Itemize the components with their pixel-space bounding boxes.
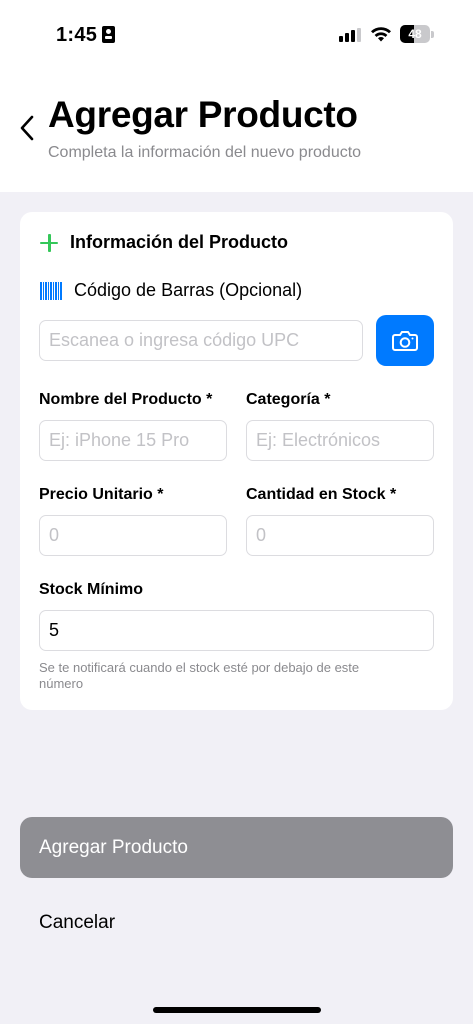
signal-icon [339,28,361,42]
stock-quantity-input[interactable] [246,515,434,556]
status-time: 1:45 [56,24,98,46]
battery-icon: 48 [400,25,430,43]
page-subtitle: Completa la información del nuevo produc… [48,144,362,161]
product-form-card: Información del Producto Código de Barra… [20,212,453,710]
back-chevron-icon[interactable] [18,114,38,142]
barcode-label-row: Código de Barras (Opcional) [40,280,302,301]
stock-quantity-label: Cantidad en Stock * [246,486,397,503]
plus-icon [40,233,58,252]
page-title: Agregar Producto [48,94,358,135]
battery-tip [431,31,434,38]
product-name-input[interactable] [39,420,227,461]
category-input[interactable] [246,420,434,461]
min-stock-hint: Se te notificará cuando el stock esté po… [39,660,360,691]
barcode-label: Código de Barras (Opcional) [74,280,303,300]
barcode-input[interactable] [39,320,363,361]
unit-price-input[interactable] [39,515,227,556]
add-product-button-label: Agregar Producto [39,837,188,858]
category-label: Categoría * [246,391,331,408]
status-bar: 1:45 48 [0,0,473,70]
section-header: Información del Producto [40,232,288,253]
camera-icon [392,330,418,351]
battery-level: 48 [408,27,422,41]
min-stock-label: Stock Mínimo [39,581,144,598]
barcode-icon [40,281,62,300]
product-name-label: Nombre del Producto * [39,391,213,408]
min-stock-input[interactable] [39,610,434,651]
wifi-icon [371,27,391,42]
add-product-button[interactable]: Agregar Producto [20,817,453,878]
page-header: Agregar Producto Completa la información… [0,70,473,192]
add-product-screen: 1:45 48 Agregar Producto Completa la inf… [0,0,473,1024]
unit-price-label: Precio Unitario * [39,486,164,503]
cancel-button[interactable]: Cancelar [39,912,115,934]
scan-barcode-button[interactable] [376,315,434,366]
home-indicator [153,1007,321,1013]
id-card-icon [102,26,115,43]
section-title: Información del Producto [70,232,289,252]
